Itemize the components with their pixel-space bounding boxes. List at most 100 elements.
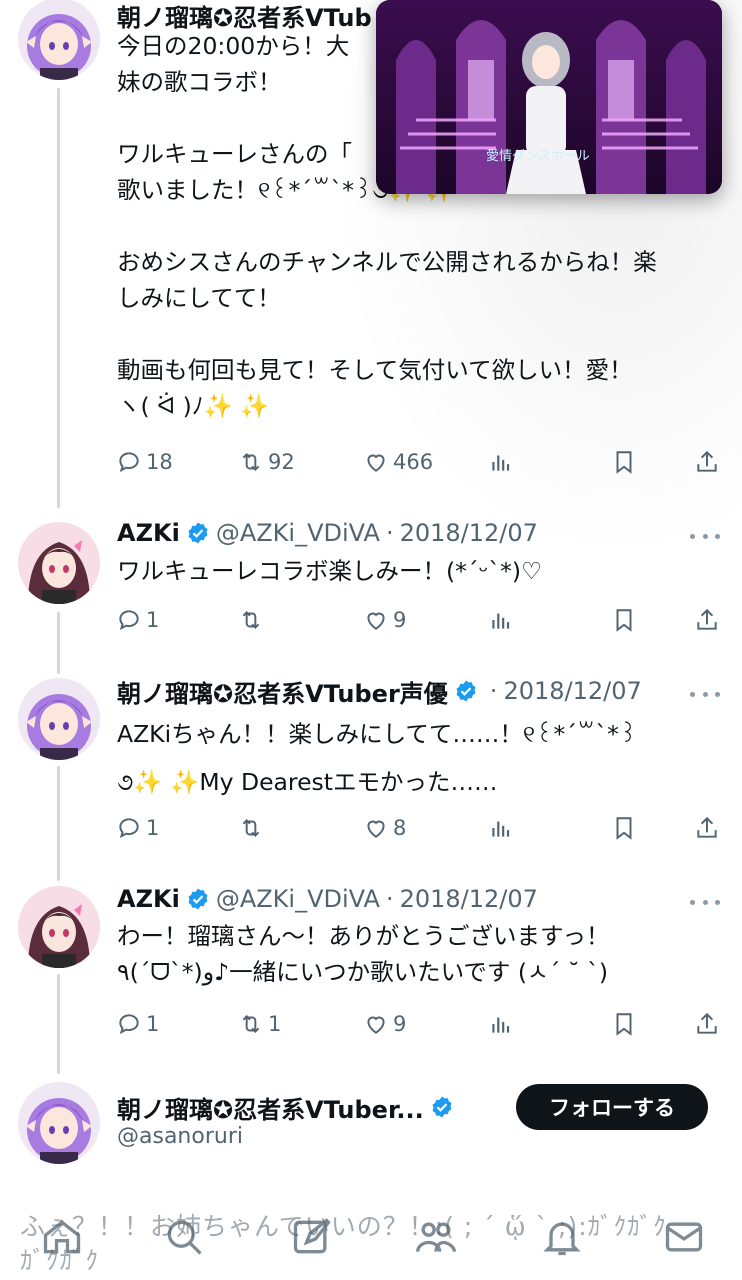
like-button[interactable]: 9 [363, 602, 406, 638]
like-count: 8 [393, 816, 407, 840]
retweet-icon [242, 819, 260, 837]
tweet-header: AZKi @AZKi_VDiVA · 2018/12/07 [117, 882, 538, 916]
tweet-actions: 1 9 [0, 602, 742, 638]
tweet-line: 動画も何回も見て！そして気付いて欲しい！愛！ [117, 356, 633, 384]
retweet-count: 1 [268, 1012, 282, 1036]
verified-badge-icon [454, 679, 478, 703]
tweet-date[interactable]: 2018/12/07 [400, 519, 538, 547]
reply-button[interactable]: 1 [116, 1006, 159, 1042]
bookmark-icon [616, 609, 632, 632]
tweet-header: AZKi @AZKi_VDiVA · 2018/12/07 [117, 516, 538, 550]
share-icon [697, 1012, 717, 1034]
avatar[interactable] [18, 678, 100, 760]
retweet-icon [242, 1015, 260, 1033]
more-icon[interactable] [690, 682, 720, 706]
profile-name-text: 朝ノ瑠璃✪忍者系VTuber... [117, 1095, 424, 1124]
more-icon[interactable] [690, 524, 720, 548]
tweet-line: わー！瑠璃さん〜！ありがとうございますっ！ [117, 922, 610, 950]
share-button[interactable] [694, 1006, 724, 1042]
separator: · [489, 677, 498, 705]
reply-count: 1 [146, 1012, 160, 1036]
reply-icon [119, 818, 139, 839]
views-icon [492, 455, 510, 471]
tweet-actions: 1 8 [0, 810, 742, 846]
views-button[interactable] [488, 810, 518, 846]
retweet-button[interactable]: 92 [238, 444, 295, 480]
views-icon [492, 613, 510, 629]
share-button[interactable] [694, 810, 724, 846]
overlay-line: ふぇ？！！お姉ちゃんでいいの？！:( ; ´ ᾥ ` ;):ｶﾞｸｶﾞｸ [20, 1212, 667, 1241]
follow-button[interactable]: フォローする [516, 1084, 708, 1130]
retweet-button[interactable]: 1 [238, 1006, 281, 1042]
tweet-line: しみにしてて！ [117, 284, 281, 312]
heart-icon [367, 454, 385, 472]
tweet-actions: 18 92 466 [0, 444, 742, 480]
author-handle[interactable]: @AZKi_VDiVA [216, 519, 380, 547]
author-name[interactable]: 朝ノ瑠璃✪忍者系VTuber声優 [117, 674, 448, 709]
bookmark-button[interactable] [611, 602, 641, 638]
like-count: 9 [393, 1012, 407, 1036]
views-icon [492, 821, 510, 837]
views-button[interactable] [488, 602, 518, 638]
reply-icon [119, 610, 139, 631]
heart-icon [367, 612, 385, 630]
tweet-text: わー！瑠璃さん〜！ありがとうございますっ！ ٩(´ᗜ`*)و♪一緒にいつか歌いた… [117, 918, 717, 990]
video-caption: 愛情ダンスホール [486, 149, 590, 164]
views-button[interactable] [488, 444, 518, 480]
author-name[interactable]: AZKi [117, 519, 180, 547]
like-count: 466 [393, 450, 434, 474]
reply-button[interactable]: 1 [116, 602, 159, 638]
reply-count: 18 [146, 450, 173, 474]
share-icon [697, 816, 717, 838]
avatar[interactable] [18, 886, 100, 968]
heart-icon [367, 1016, 385, 1034]
tweet-date[interactable]: 2018/12/07 [503, 677, 641, 705]
tweet-line [117, 316, 717, 352]
separator: · [385, 519, 394, 547]
profile-avatar[interactable] [18, 1082, 100, 1164]
tweet-line [117, 208, 717, 244]
bookmark-button[interactable] [611, 1006, 641, 1042]
author-name[interactable]: AZKi [117, 885, 180, 913]
video-thumbnail: 愛情ダンスホール [376, 0, 722, 194]
avatar[interactable] [18, 522, 100, 604]
verified-badge-icon [186, 521, 210, 545]
share-icon [697, 608, 717, 630]
bookmark-button[interactable] [611, 444, 641, 480]
more-icon[interactable] [690, 890, 720, 914]
retweet-icon [242, 453, 260, 471]
like-button[interactable]: 9 [363, 1006, 406, 1042]
views-icon [492, 1017, 510, 1033]
retweet-button[interactable] [238, 810, 268, 846]
like-button[interactable]: 8 [363, 810, 406, 846]
reply-icon [119, 1014, 139, 1035]
separator: · [385, 885, 394, 913]
profile-handle[interactable]: @asanoruri [117, 1124, 243, 1149]
retweet-count: 92 [268, 450, 295, 474]
retweet-button[interactable] [238, 602, 268, 638]
share-icon [697, 450, 717, 472]
retweet-icon [242, 611, 260, 629]
tweet-date[interactable]: 2018/12/07 [400, 885, 538, 913]
profile-name[interactable]: 朝ノ瑠璃✪忍者系VTuber... [117, 1090, 460, 1124]
share-button[interactable] [694, 444, 724, 480]
reply-button[interactable]: 1 [116, 810, 159, 846]
views-button[interactable] [488, 1006, 518, 1042]
tweet-text: ワルキューレコラボ楽しみー！(*´ᵕ`*)♡ [117, 553, 717, 589]
avatar[interactable] [18, 0, 100, 80]
like-button[interactable]: 466 [363, 444, 433, 480]
tweet-header: 朝ノ瑠璃✪忍者系VTuber声優 · 2018/12/07 [117, 674, 642, 708]
video-player[interactable]: 愛情ダンスホール [376, 0, 722, 194]
tweet-line: ૭✨ ✨My Dearestエモかった…… [117, 768, 498, 796]
tweet-line: ワルキューレコラボ楽しみー！(*´ᵕ`*)♡ [117, 557, 543, 585]
bookmark-icon [616, 1013, 632, 1036]
author-handle[interactable]: @AZKi_VDiVA [216, 885, 380, 913]
reply-button[interactable]: 18 [116, 444, 173, 480]
tweet-line: ٩(´ᗜ`*)و♪一緒にいつか歌いたいです (ㅅ´ ˘ `) [117, 958, 608, 986]
bookmark-button[interactable] [611, 810, 641, 846]
bookmark-icon [616, 817, 632, 840]
tweet-line: おめシスさんのチャンネルで公開されるからね！楽 [117, 248, 657, 276]
reply-count: 1 [146, 816, 160, 840]
overlay-tweet-text: ふぇ？！！お姉ちゃんでいいの？！:( ; ´ ᾥ ` ;):ｶﾞｸｶﾞｸ ｶﾞｸ… [20, 1210, 730, 1278]
share-button[interactable] [694, 602, 724, 638]
